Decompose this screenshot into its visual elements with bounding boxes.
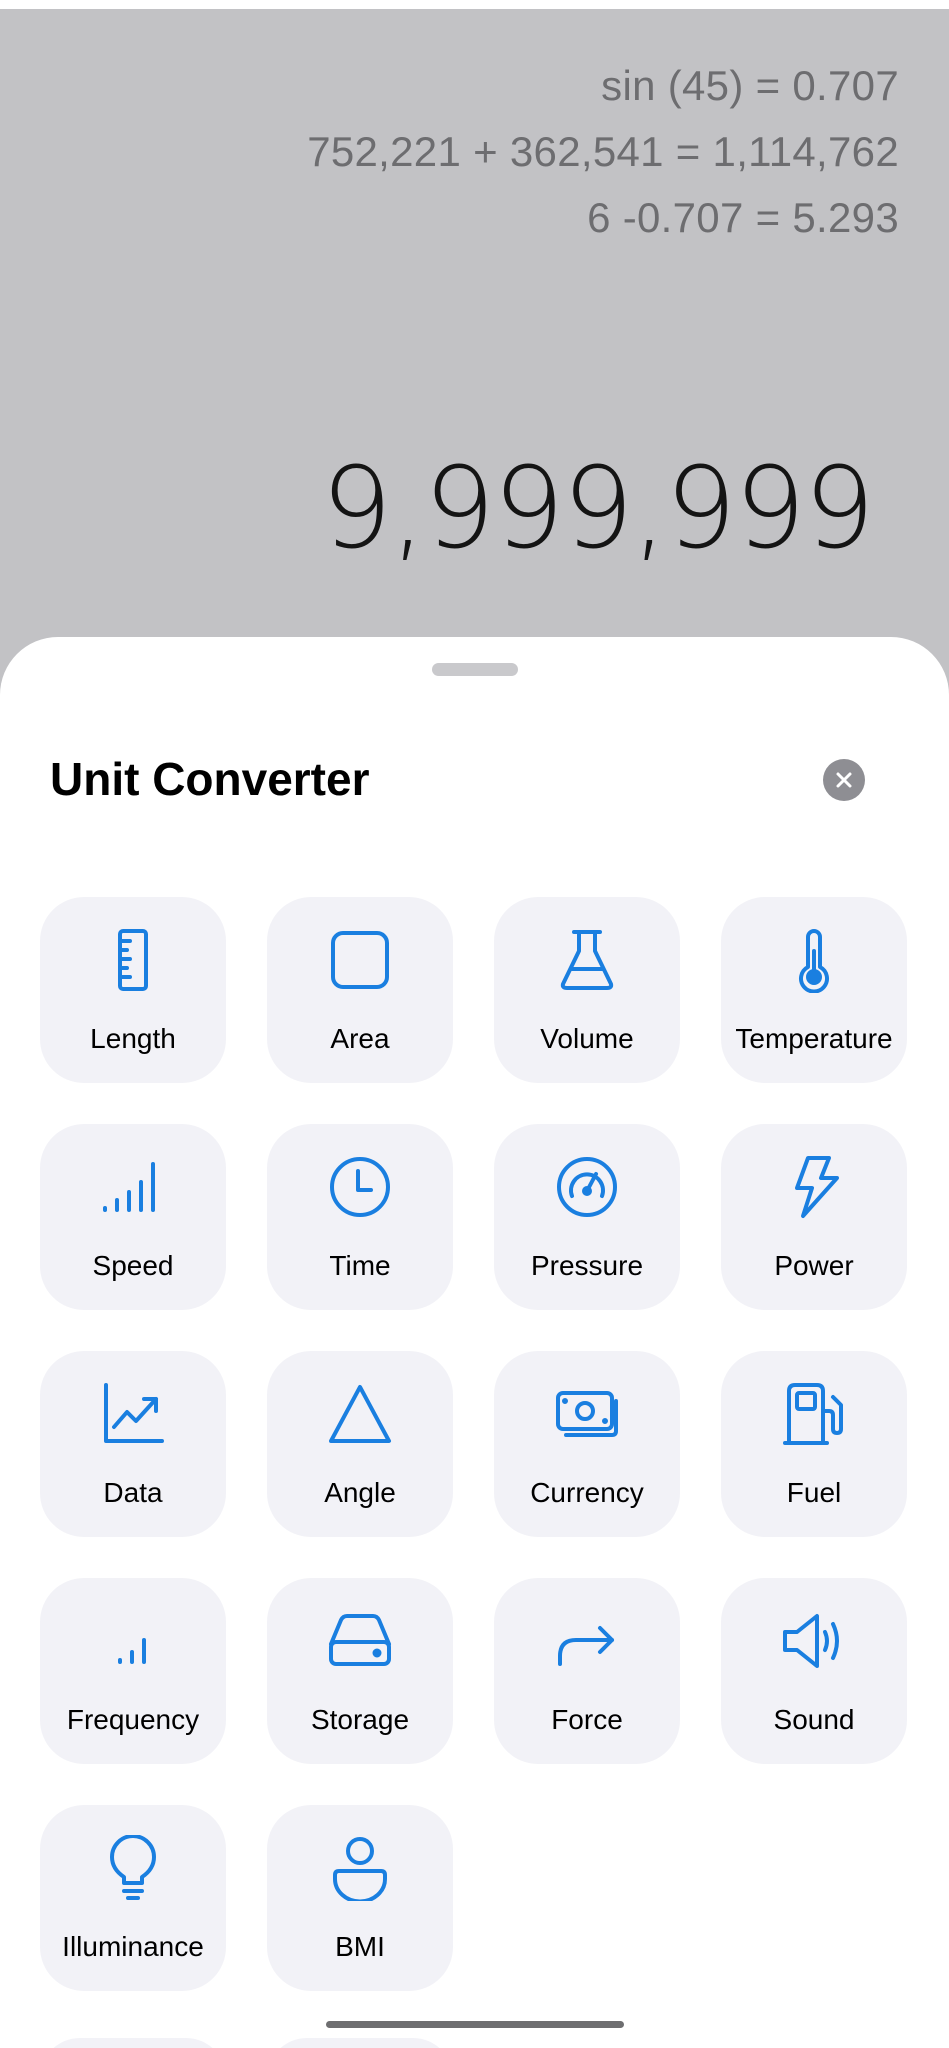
tile-peek	[40, 2038, 226, 2048]
converter-temperature[interactable]: Temperature	[721, 897, 907, 1083]
gauge-icon	[554, 1154, 620, 1220]
converter-grid: Length Area Volume Temperature Speed Tim…	[40, 897, 907, 1991]
sheet-title: Unit Converter	[50, 753, 370, 805]
converter-label: Currency	[530, 1477, 644, 1508]
converter-label: Fuel	[786, 1477, 842, 1508]
converter-currency[interactable]: Currency	[494, 1351, 680, 1537]
converter-label: Illuminance	[62, 1931, 204, 1962]
converter-angle[interactable]: Angle	[267, 1351, 453, 1537]
converter-illuminance[interactable]: Illuminance	[40, 1805, 226, 1991]
converter-data[interactable]: Data	[40, 1351, 226, 1537]
converter-label: Frequency	[66, 1704, 200, 1735]
clock-icon	[327, 1154, 393, 1220]
converter-sound[interactable]: Sound	[721, 1578, 907, 1764]
lightbulb-icon	[100, 1834, 166, 1901]
converter-volume[interactable]: Volume	[494, 897, 680, 1083]
frequency-bars-icon	[100, 1608, 166, 1674]
flask-icon	[554, 927, 620, 993]
converter-speed[interactable]: Speed	[40, 1124, 226, 1310]
person-icon	[327, 1835, 393, 1904]
converter-label: Volume	[540, 1023, 634, 1054]
fuel-pump-icon	[781, 1381, 847, 1447]
triangle-icon	[327, 1381, 393, 1447]
converter-label: Speed	[92, 1250, 174, 1281]
history-entry[interactable]: 752,221 + 362,541 = 1,114,762	[307, 119, 899, 185]
unit-converter-sheet: Unit Converter Length Area Volume Temper…	[0, 637, 949, 2048]
calculator-display: sin (45) = 0.707 752,221 + 362,541 = 1,1…	[0, 9, 949, 639]
speaker-icon	[781, 1608, 847, 1674]
converter-label: Power	[774, 1250, 854, 1281]
ruler-icon	[100, 927, 166, 993]
home-indicator[interactable]	[326, 2021, 624, 2028]
converter-label: Sound	[773, 1704, 855, 1735]
signal-bars-icon	[100, 1154, 166, 1220]
converter-label: Time	[329, 1250, 391, 1281]
converter-time[interactable]: Time	[267, 1124, 453, 1310]
history-entry[interactable]: 6 -0.707 = 5.293	[307, 185, 899, 251]
close-button[interactable]	[823, 759, 865, 801]
history-entry[interactable]: sin (45) = 0.707	[307, 53, 899, 119]
converter-label: BMI	[335, 1931, 385, 1962]
converter-label: Angle	[324, 1477, 396, 1508]
next-row-peek	[40, 2038, 453, 2048]
sheet-drag-handle[interactable]	[432, 663, 518, 676]
converter-frequency[interactable]: Frequency	[40, 1578, 226, 1764]
converter-pressure[interactable]: Pressure	[494, 1124, 680, 1310]
hard-drive-icon	[327, 1608, 393, 1674]
converter-label: Area	[330, 1023, 390, 1054]
lightning-icon	[781, 1154, 847, 1220]
square-icon	[327, 927, 393, 993]
banknote-icon	[554, 1381, 620, 1447]
trend-chart-icon	[100, 1381, 166, 1447]
converter-force[interactable]: Force	[494, 1578, 680, 1764]
converter-length[interactable]: Length	[40, 897, 226, 1083]
arrow-forward-icon	[554, 1608, 620, 1674]
converter-label: Length	[90, 1023, 176, 1054]
converter-fuel[interactable]: Fuel	[721, 1351, 907, 1537]
history-list: sin (45) = 0.707 752,221 + 362,541 = 1,1…	[307, 53, 899, 251]
converter-label: Storage	[310, 1704, 410, 1735]
converter-area[interactable]: Area	[267, 897, 453, 1083]
thermometer-icon	[781, 927, 847, 994]
converter-power[interactable]: Power	[721, 1124, 907, 1310]
converter-label: Force	[551, 1704, 623, 1735]
converter-label: Pressure	[530, 1250, 644, 1281]
top-edge	[0, 0, 949, 9]
converter-label: Data	[103, 1477, 163, 1508]
display-value: 9,999,999	[320, 444, 875, 574]
converter-bmi[interactable]: BMI	[267, 1805, 453, 1991]
converter-storage[interactable]: Storage	[267, 1578, 453, 1764]
converter-label: Temperature	[735, 1023, 893, 1054]
close-icon	[836, 772, 852, 788]
tile-peek	[267, 2038, 453, 2048]
